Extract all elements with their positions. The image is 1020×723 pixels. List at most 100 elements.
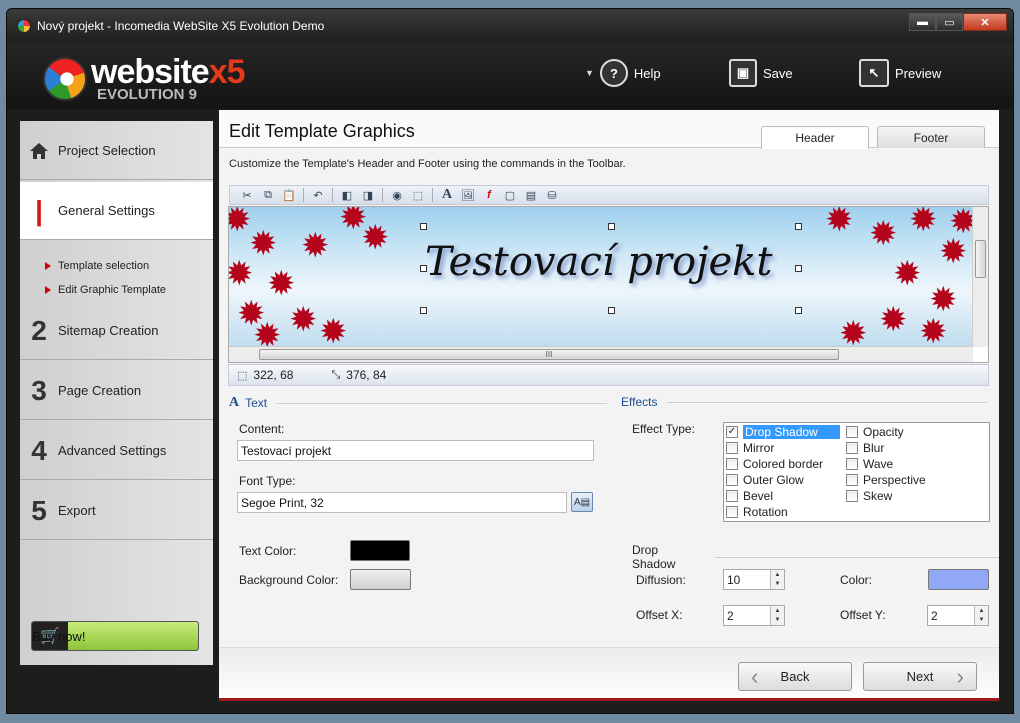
next-button[interactable]: Next › — [863, 662, 977, 691]
sidebar-sub-edit-graphic-template[interactable]: Edit Graphic Template — [45, 284, 166, 296]
back-button[interactable]: ‹ Back — [738, 662, 852, 691]
effect-type-list: ✓ Drop Shadow Mirror Colored border Outer… — [723, 422, 990, 522]
resize-handle[interactable] — [420, 265, 427, 272]
effects-section-header: Effects — [621, 395, 988, 409]
copy-icon[interactable]: ⧉ — [259, 187, 277, 203]
scroll-thumb[interactable]: III — [259, 349, 839, 360]
content-label: Content: — [239, 422, 285, 436]
font-type-input[interactable]: Segoe Print, 32 — [237, 492, 567, 513]
font-picker-icon[interactable]: A▤ — [571, 492, 593, 512]
sidebar-item-advanced-settings[interactable]: 4 Advanced Settings — [20, 422, 213, 480]
cut-icon[interactable]: ✂ — [238, 187, 256, 203]
add-text-icon[interactable]: A — [438, 187, 456, 203]
content-input[interactable]: Testovací projekt — [237, 440, 594, 461]
sidebar-sub-template-selection[interactable]: Template selection — [45, 260, 149, 272]
step-number: 2 — [31, 314, 47, 346]
add-widget-icon[interactable]: ▢ — [501, 187, 519, 203]
paste-icon[interactable]: 📋 — [280, 187, 298, 203]
sidebar-item-project-selection[interactable]: Project Selection — [20, 122, 213, 180]
logo-x5: x5 — [208, 53, 246, 91]
websitex5-logo: websitex5 EVOLUTION 9 — [43, 53, 246, 102]
close-button[interactable]: ✕ — [963, 13, 1007, 31]
minimize-button[interactable]: ▬ — [909, 13, 936, 31]
title-bar[interactable]: Nový projekt - Incomedia WebSite X5 Evol… — [7, 9, 1013, 43]
sidebar-item-export[interactable]: 5 Export — [20, 482, 213, 540]
position-icon: ⬚ — [237, 369, 248, 382]
resize-handle[interactable] — [608, 307, 615, 314]
save-button[interactable]: ▣ Save — [729, 59, 793, 87]
app-icon — [17, 19, 31, 33]
add-flash-icon[interactable]: f — [480, 187, 498, 203]
text-icon: A — [229, 395, 240, 410]
dropdown-arrow-icon: ▼ — [585, 68, 594, 78]
text-section-header: A Text — [229, 395, 608, 411]
font-type-label: Font Type: — [239, 474, 296, 488]
buy-now-button[interactable]: 🛒 Buy now! — [31, 621, 199, 651]
logo-ball-icon — [43, 56, 87, 101]
header-banner-image: ✹✹✹ ✹✹✹ ✹✹✹ ✹✹ ✹✹✹ ✹✹✹ ✹✹✹ ✹ Testovací p… — [229, 207, 978, 353]
spin-up-icon: ▲ — [978, 607, 985, 614]
offset-y-spinner[interactable]: 2 ▲ ▼ — [927, 605, 989, 626]
shadow-color-swatch[interactable] — [928, 569, 989, 590]
sidebar-item-label: Page Creation — [58, 383, 142, 398]
position-value: 322, 68 — [253, 368, 294, 382]
find-icon[interactable]: ⛁ — [543, 187, 561, 203]
diffusion-spinner[interactable]: 10 ▲ ▼ — [723, 569, 785, 590]
checkbox-rotation[interactable]: Rotation — [726, 504, 788, 519]
preview-icon: ↖ — [859, 59, 889, 87]
app-window: Nový projekt - Incomedia WebSite X5 Evol… — [6, 8, 1014, 714]
header-canvas[interactable]: ✹✹✹ ✹✹✹ ✹✹✹ ✹✹ ✹✹✹ ✹✹✹ ✹✹✹ ✹ Testovací p… — [228, 206, 989, 363]
step-1-marker: | — [35, 194, 43, 226]
checkbox-wave[interactable]: Wave — [846, 456, 893, 471]
send-back-icon[interactable]: ◨ — [359, 187, 377, 203]
resize-handle[interactable] — [795, 265, 802, 272]
resize-icon[interactable]: ⬚ — [409, 187, 427, 203]
background-color-label: Background Color: — [239, 573, 339, 587]
background-color-swatch[interactable] — [350, 569, 411, 590]
tab-header[interactable]: Header — [761, 126, 869, 149]
resize-handle[interactable] — [795, 307, 802, 314]
tab-footer[interactable]: Footer — [877, 126, 985, 148]
checkbox-perspective[interactable]: Perspective — [846, 472, 926, 487]
bring-front-icon[interactable]: ◧ — [338, 187, 356, 203]
sidebar-item-general-settings[interactable]: | General Settings — [20, 182, 213, 240]
preview-button[interactable]: ↖ Preview — [859, 59, 941, 87]
add-image-icon[interactable]: 🖼 — [459, 187, 477, 203]
resize-handle[interactable] — [420, 223, 427, 230]
offset-x-label: Offset X: — [636, 608, 683, 622]
vertical-scrollbar[interactable] — [972, 207, 988, 347]
checkbox-mirror[interactable]: Mirror — [726, 440, 774, 455]
checkbox-drop-shadow[interactable]: ✓ Drop Shadow — [726, 424, 840, 439]
undo-icon[interactable]: ↶ — [309, 187, 327, 203]
next-label: Next — [906, 669, 934, 684]
checkbox-colored-border[interactable]: Colored border — [726, 456, 823, 471]
scroll-thumb[interactable] — [975, 240, 986, 278]
effects-section-title: Effects — [621, 395, 658, 409]
shadow-color-label: Color: — [840, 573, 873, 587]
checkbox-outer-glow[interactable]: Outer Glow — [726, 472, 804, 487]
check-icon: ✓ — [726, 425, 738, 438]
sidebar-item-page-creation[interactable]: 3 Page Creation — [20, 362, 213, 420]
resize-handle[interactable] — [420, 307, 427, 314]
offset-x-value: 2 — [727, 608, 734, 623]
help-button[interactable]: ▼ ? Help — [585, 59, 661, 87]
checkbox-bevel[interactable]: Bevel — [726, 488, 773, 503]
step-number: 4 — [31, 434, 47, 466]
add-slideshow-icon[interactable]: ▤ — [522, 187, 540, 203]
resize-handle[interactable] — [608, 223, 615, 230]
editor-toolbar: ✂ ⧉ 📋 ↶ ◧ ◨ ◉ ⬚ A 🖼 f ▢ ▤ ⛁ — [229, 185, 989, 205]
spin-down-icon: ▼ — [774, 617, 781, 624]
sidebar-item-sitemap-creation[interactable]: 2 Sitemap Creation — [20, 302, 213, 360]
checkbox-blur[interactable]: Blur — [846, 440, 884, 455]
checkbox-skew[interactable]: Skew — [846, 488, 892, 503]
page-title: Edit Template Graphics — [229, 121, 415, 141]
offset-x-spinner[interactable]: 2 ▲ ▼ — [723, 605, 785, 626]
horizontal-scrollbar[interactable]: III — [229, 346, 973, 362]
resize-handle[interactable] — [795, 223, 802, 230]
maximize-button[interactable]: ▭ — [936, 13, 963, 31]
checkbox-opacity[interactable]: Opacity — [846, 424, 904, 439]
align-icon[interactable]: ◉ — [388, 187, 406, 203]
text-section-title: Text — [245, 396, 268, 410]
text-color-swatch[interactable] — [350, 540, 410, 561]
header-title-text[interactable]: Testovací projekt — [425, 239, 772, 285]
